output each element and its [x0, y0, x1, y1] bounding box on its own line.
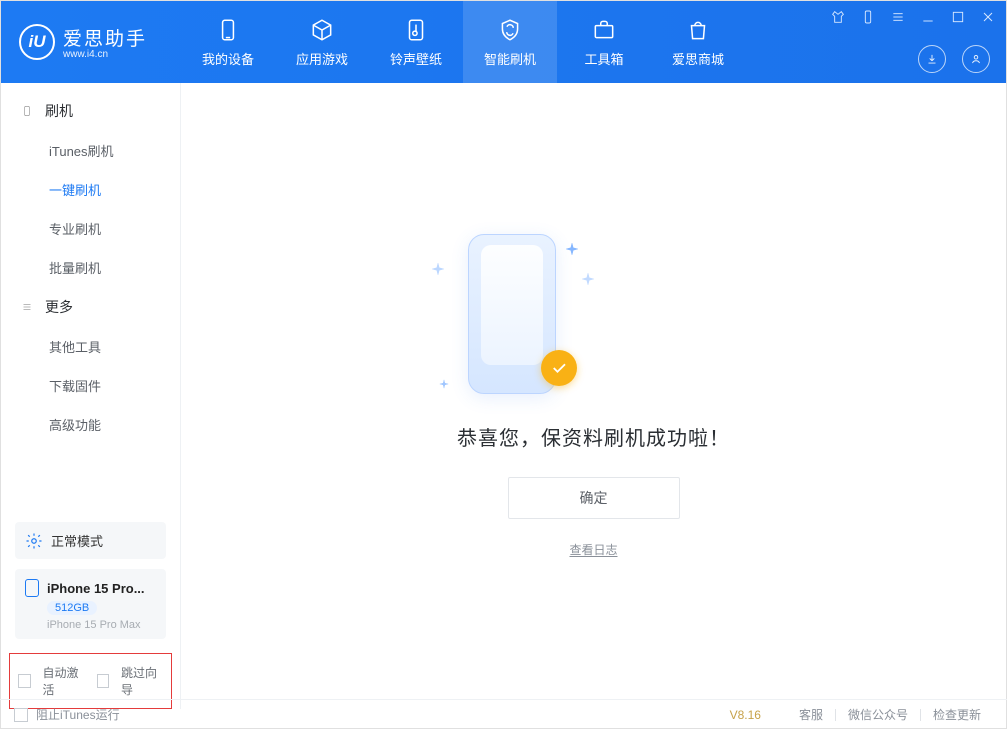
nav-label: 铃声壁纸 — [390, 49, 442, 68]
mobile-icon[interactable] — [860, 9, 876, 25]
auto-activate-label: 自动激活 — [43, 664, 85, 698]
view-log-link[interactable]: 查看日志 — [457, 541, 730, 558]
logo-icon: iU — [19, 24, 55, 60]
phone-icon — [215, 17, 241, 43]
app-site: www.i4.cn — [63, 49, 147, 60]
separator — [835, 709, 836, 721]
sparkle-icon — [439, 376, 449, 386]
separator — [920, 709, 921, 721]
support-link[interactable]: 客服 — [799, 706, 823, 723]
main-panel: 恭喜您，保资料刷机成功啦！ 确定 查看日志 — [181, 83, 1006, 709]
block-itunes-label: 阻止iTunes运行 — [36, 706, 120, 723]
device-icon — [19, 103, 35, 119]
header: iU 爱思助手 www.i4.cn 我的设备 应用游戏 铃声壁纸 智能刷机 工具… — [1, 1, 1006, 83]
cube-icon — [309, 17, 335, 43]
maximize-icon[interactable] — [950, 9, 966, 25]
checkbox-block-itunes[interactable] — [14, 708, 28, 722]
refresh-shield-icon — [497, 17, 523, 43]
nav-label: 我的设备 — [202, 49, 254, 68]
music-icon — [403, 17, 429, 43]
sidebar-item-other-tools[interactable]: 其他工具 — [1, 327, 180, 366]
ok-button[interactable]: 确定 — [508, 477, 680, 519]
download-icon[interactable] — [918, 45, 946, 73]
briefcase-icon — [591, 17, 617, 43]
sparkle-icon — [565, 242, 579, 256]
menu-icon[interactable] — [890, 9, 906, 25]
nav-flash[interactable]: 智能刷机 — [463, 1, 557, 83]
sidebar-group-more: 更多 — [1, 287, 180, 327]
success-illustration — [457, 234, 567, 404]
sidebar-item-oneclick-flash[interactable]: 一键刷机 — [1, 170, 180, 209]
footer: 阻止iTunes运行 V8.16 客服 微信公众号 检查更新 — [0, 699, 1007, 729]
device-name: iPhone 15 Pro... — [47, 581, 145, 596]
sparkle-icon — [431, 262, 445, 276]
close-icon[interactable] — [980, 9, 996, 25]
device-storage-badge: 512GB — [47, 601, 97, 615]
phone-small-icon — [25, 579, 39, 597]
checkbox-skip-guide[interactable] — [97, 674, 110, 688]
device-model: iPhone 15 Pro Max — [47, 619, 156, 631]
nav-store[interactable]: 爱思商城 — [651, 1, 745, 83]
more-icon — [19, 299, 35, 315]
gear-icon — [25, 532, 43, 550]
nav-label: 爱思商城 — [672, 49, 724, 68]
sparkle-icon — [581, 272, 595, 286]
status-mode: 正常模式 — [51, 531, 103, 550]
check-badge-icon — [541, 350, 577, 386]
window-controls — [830, 9, 996, 25]
checkbox-auto-activate[interactable] — [18, 674, 31, 688]
sidebar-group-label: 刷机 — [45, 101, 73, 121]
sidebar-group-label: 更多 — [45, 297, 73, 317]
sidebar-item-pro-flash[interactable]: 专业刷机 — [1, 209, 180, 248]
device-card[interactable]: iPhone 15 Pro... 512GB iPhone 15 Pro Max — [15, 569, 166, 639]
skin-icon[interactable] — [830, 9, 846, 25]
check-update-link[interactable]: 检查更新 — [933, 706, 981, 723]
sidebar-item-download-firmware[interactable]: 下载固件 — [1, 366, 180, 405]
sidebar-group-flash: 刷机 — [1, 91, 180, 131]
sidebar-item-advanced[interactable]: 高级功能 — [1, 405, 180, 444]
version-label: V8.16 — [730, 708, 761, 722]
status-card[interactable]: 正常模式 — [15, 522, 166, 559]
nav-label: 应用游戏 — [296, 49, 348, 68]
top-nav: 我的设备 应用游戏 铃声壁纸 智能刷机 工具箱 爱思商城 — [181, 1, 745, 83]
nav-toolbox[interactable]: 工具箱 — [557, 1, 651, 83]
sidebar-item-batch-flash[interactable]: 批量刷机 — [1, 248, 180, 287]
skip-guide-label: 跳过向导 — [121, 664, 163, 698]
minimize-icon[interactable] — [920, 9, 936, 25]
nav-label: 智能刷机 — [484, 49, 536, 68]
sidebar-item-itunes-flash[interactable]: iTunes刷机 — [1, 131, 180, 170]
sidebar: 刷机 iTunes刷机 一键刷机 专业刷机 批量刷机 更多 其他工具 下载固件 … — [1, 83, 181, 709]
user-icon[interactable] — [962, 45, 990, 73]
logo: iU 爱思助手 www.i4.cn — [1, 24, 181, 60]
nav-ringtones[interactable]: 铃声壁纸 — [369, 1, 463, 83]
wechat-link[interactable]: 微信公众号 — [848, 706, 908, 723]
bag-icon — [685, 17, 711, 43]
app-name: 爱思助手 — [63, 24, 147, 51]
success-message: 恭喜您，保资料刷机成功啦！ — [457, 422, 730, 451]
nav-apps[interactable]: 应用游戏 — [275, 1, 369, 83]
nav-my-device[interactable]: 我的设备 — [181, 1, 275, 83]
nav-label: 工具箱 — [584, 49, 623, 68]
